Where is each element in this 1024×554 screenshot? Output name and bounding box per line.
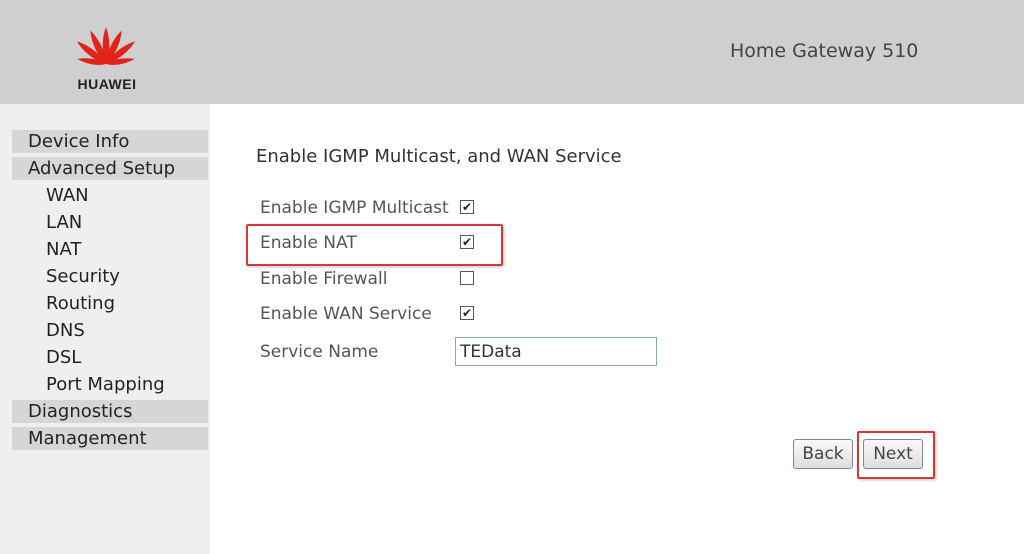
option-label: Enable Firewall	[260, 269, 388, 289]
header: HUAWEI Home Gateway 510	[0, 0, 1024, 104]
sidebar-item-device-info[interactable]: Device Info	[12, 130, 208, 153]
sidebar-item-dns[interactable]: DNS	[12, 319, 208, 342]
sidebar-item-diagnostics[interactable]: Diagnostics	[12, 400, 208, 423]
option-label: Enable WAN Service	[260, 304, 432, 324]
firewall-checkbox[interactable]	[460, 271, 474, 285]
option-label: Enable IGMP Multicast	[260, 198, 449, 218]
sidebar-item-management[interactable]: Management	[12, 427, 208, 450]
huawei-petal-logo-icon	[77, 27, 135, 65]
service-name-label: Service Name	[260, 342, 379, 362]
sidebar: Device Info Advanced Setup WAN LAN NAT S…	[0, 104, 210, 554]
sidebar-item-security[interactable]: Security	[12, 265, 208, 288]
sidebar-item-dsl[interactable]: DSL	[12, 346, 208, 369]
sidebar-item-lan[interactable]: LAN	[12, 211, 208, 234]
sidebar-menu: Device Info Advanced Setup WAN LAN NAT S…	[12, 130, 208, 454]
page-title: Enable IGMP Multicast, and WAN Service	[256, 146, 622, 167]
back-button[interactable]: Back	[793, 439, 853, 469]
sidebar-item-routing[interactable]: Routing	[12, 292, 208, 315]
igmp-multicast-checkbox[interactable]: ✔	[460, 200, 474, 214]
next-highlight-box	[857, 431, 935, 479]
service-name-input[interactable]	[455, 337, 657, 366]
nat-highlight-box	[246, 224, 503, 266]
huawei-logo: HUAWEI	[62, 14, 152, 94]
sidebar-item-wan[interactable]: WAN	[12, 184, 208, 207]
sidebar-item-advanced-setup[interactable]: Advanced Setup	[12, 157, 208, 180]
product-title: Home Gateway 510	[730, 40, 919, 62]
sidebar-item-port-mapping[interactable]: Port Mapping	[12, 373, 208, 396]
brand-name: HUAWEI	[77, 76, 137, 92]
wan-service-checkbox[interactable]: ✔	[460, 306, 474, 320]
sidebar-item-nat[interactable]: NAT	[12, 238, 208, 261]
